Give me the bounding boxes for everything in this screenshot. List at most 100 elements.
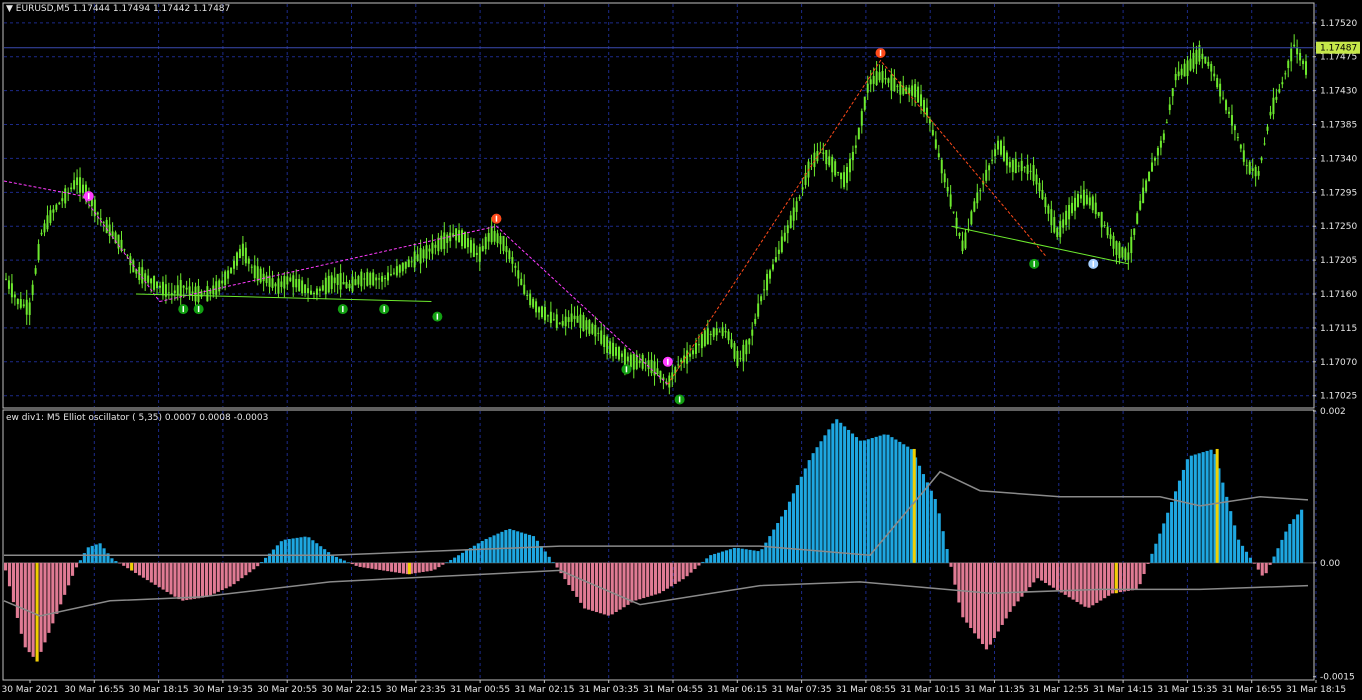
osc-bar [1300,509,1304,563]
candle-body [887,78,890,83]
candle-body [366,272,369,286]
osc-bar [1229,511,1233,563]
candle-body [197,285,200,303]
candle-body [1284,73,1287,75]
y-tick-label: 0.00 [1320,559,1340,569]
candle-body [1168,104,1171,111]
x-tick-label: 30 Mar 16:55 [64,685,124,695]
candle-body [1062,219,1065,228]
osc-bar [563,562,567,580]
y-tick-label: 1.17025 [1320,392,1357,402]
candle-body [1254,166,1257,177]
osc-bar [1134,562,1138,590]
osc-bar [929,490,933,563]
osc-bar [850,433,855,563]
osc-bar [590,562,595,611]
osc-bar [1225,496,1229,563]
osc-bar [327,552,331,563]
candle-body [848,158,851,173]
osc-bar [1055,562,1059,591]
candle-body [419,248,422,264]
x-tick-label: 30 Mar 20:55 [257,685,317,695]
osc-bar [917,465,922,563]
candle-body [1103,225,1106,227]
candle-body [262,273,265,282]
osc-bar [417,562,421,573]
osc-bar [551,562,555,563]
dropdown-arrow-icon[interactable]: ▼ [6,4,13,14]
osc-bar [681,562,685,580]
osc-bar [776,523,780,563]
candle-body [79,177,82,193]
osc-bar [882,434,886,563]
osc-bar [145,562,149,581]
osc-bar [350,562,354,565]
osc-bar [594,562,599,613]
candle-body [150,278,153,284]
y-tick-label: 1.17475 [1320,53,1357,63]
candle-body [686,350,689,364]
candle-body [1106,226,1109,236]
osc-bar [1264,562,1268,574]
osc-bar [1024,562,1028,592]
osc-bar [669,562,673,587]
candle-body [937,153,940,158]
osc-bar [1177,480,1182,563]
x-tick-label: 31 Mar 06:15 [707,685,767,695]
candle-body [455,228,458,241]
osc-bar [1170,502,1174,563]
osc-highlight-bar [407,562,411,575]
candle-body [410,261,413,263]
osc-bar [279,541,283,563]
osc-bar [854,437,859,563]
osc-bar [366,562,370,569]
osc-bar [894,439,898,563]
candle-body [1210,63,1213,72]
osc-bar [965,562,969,623]
candle-body [1124,248,1127,261]
osc-bar [181,562,185,601]
candle-body [126,254,129,256]
x-tick-label: 31 Mar 03:35 [579,685,639,695]
osc-bar [815,447,819,563]
osc-bar [1284,531,1288,563]
candle-body [650,359,653,374]
osc-bar [1174,491,1178,563]
osc-bar [204,562,209,598]
candle-body [1222,97,1225,99]
candle-body [28,302,31,316]
osc-bar [874,436,878,563]
candle-body [994,149,997,157]
osc-bar [984,562,989,650]
candle-body [514,265,517,268]
osc-bar [185,562,189,601]
osc-bar [504,530,508,563]
candle-body [1115,241,1118,255]
osc-bar [390,562,394,572]
osc-bar [937,513,941,563]
candle-body [1020,160,1023,172]
osc-bar [449,559,453,563]
candle-body [769,270,772,279]
osc-bar [1067,562,1071,598]
candle-body [339,273,342,290]
candle-body [185,287,188,290]
candle-body [692,350,695,355]
candle-body [1029,170,1032,172]
osc-bar [457,555,461,563]
osc-bar [807,460,811,563]
osc-bar [579,562,583,603]
candle-body [1026,164,1029,174]
candle-body [277,278,280,294]
candle-body [292,275,295,288]
candle-body [188,286,191,295]
candle-body [751,329,754,336]
y-tick-label: 1.17160 [1320,290,1357,300]
osc-bar [476,543,480,563]
candle-body [1275,96,1278,100]
osc-bar [264,557,268,563]
candle-body [922,100,925,112]
candle-body [777,249,780,254]
osc-bar [772,529,776,563]
candle-body [496,233,499,244]
